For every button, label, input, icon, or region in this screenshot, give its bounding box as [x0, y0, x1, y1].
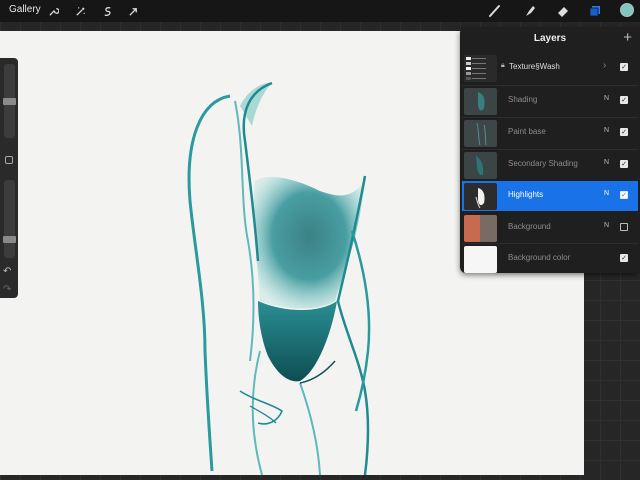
layer-name: Paint base — [508, 127, 546, 136]
layers-title: Layers — [533, 33, 567, 44]
layer-highlights[interactable]: Highlights N ✓ — [462, 181, 638, 211]
layer-visibility-checkbox[interactable] — [620, 223, 628, 231]
modify-button[interactable] — [5, 156, 13, 164]
layer-name: Highlights — [508, 190, 544, 199]
layer-thumbnail — [464, 120, 497, 147]
eraser-icon[interactable] — [554, 2, 572, 20]
layer-thumbnail — [464, 215, 497, 242]
brush-size-slider[interactable] — [3, 64, 16, 138]
layer-visibility-checkbox[interactable]: ✓ — [620, 128, 628, 136]
brush-icon[interactable] — [486, 2, 504, 20]
blend-mode-button[interactable]: N — [604, 95, 609, 102]
layer-thumbnail — [464, 55, 497, 82]
blend-mode-button[interactable]: N — [604, 127, 609, 134]
layer-background[interactable]: Background N — [462, 213, 638, 243]
lock-icon: 🔒︎ — [501, 62, 505, 69]
top-toolbar: Gallery — [0, 0, 640, 22]
gallery-button[interactable]: Gallery — [9, 4, 41, 15]
left-sidebar: ↶ ↷ — [0, 58, 18, 298]
layer-thumbnail — [464, 88, 497, 115]
redo-button[interactable]: ↷ — [3, 284, 11, 295]
transform-arrow-icon[interactable] — [125, 3, 141, 19]
smudge-icon[interactable] — [521, 2, 539, 20]
layer-background-color[interactable]: Background color ✓ — [462, 243, 638, 273]
color-picker-button[interactable] — [620, 3, 634, 17]
opacity-thumb[interactable] — [3, 236, 16, 243]
layer-visibility-checkbox[interactable]: ✓ — [620, 63, 628, 71]
opacity-slider[interactable] — [3, 180, 16, 258]
layer-visibility-checkbox[interactable]: ✓ — [620, 160, 628, 168]
layer-name: Secondary Shading — [508, 159, 578, 168]
layer-thumbnail — [464, 246, 497, 273]
layer-thumbnail — [464, 183, 497, 210]
wrench-icon[interactable] — [45, 3, 61, 19]
blend-mode-button[interactable]: N — [604, 190, 609, 197]
layer-visibility-checkbox[interactable]: ✓ — [620, 96, 628, 104]
layer-name: Texture§Wash — [509, 62, 560, 71]
layer-thumbnail — [464, 152, 497, 179]
brush-size-thumb[interactable] — [3, 98, 16, 105]
layer-visibility-checkbox[interactable]: ✓ — [620, 254, 628, 262]
blend-mode-button[interactable]: N — [604, 159, 609, 166]
layer-name: Background — [508, 222, 551, 231]
layer-name: Shading — [508, 95, 538, 104]
layer-shading[interactable]: Shading N ✓ — [462, 85, 638, 115]
layer-visibility-checkbox[interactable]: ✓ — [620, 191, 628, 199]
layers-icon[interactable] — [586, 2, 604, 20]
layer-paint-base[interactable]: Paint base N ✓ — [462, 117, 638, 147]
selection-icon[interactable] — [99, 3, 115, 19]
blend-mode-button[interactable]: N — [604, 222, 609, 229]
undo-button[interactable]: ↶ — [3, 266, 11, 277]
add-layer-button[interactable]: + — [623, 29, 632, 46]
layer-group-texture-wash[interactable]: 🔒︎ Texture§Wash › ✓ — [462, 53, 638, 83]
magic-wand-icon[interactable] — [72, 3, 88, 19]
chevron-right-icon[interactable]: › — [603, 60, 606, 71]
layer-name: Background color — [508, 253, 571, 262]
layers-panel: Layers + 🔒︎ Texture§Wash › ✓ Shading N ✓ — [460, 27, 640, 273]
layer-secondary-shading[interactable]: Secondary Shading N ✓ — [462, 149, 638, 179]
